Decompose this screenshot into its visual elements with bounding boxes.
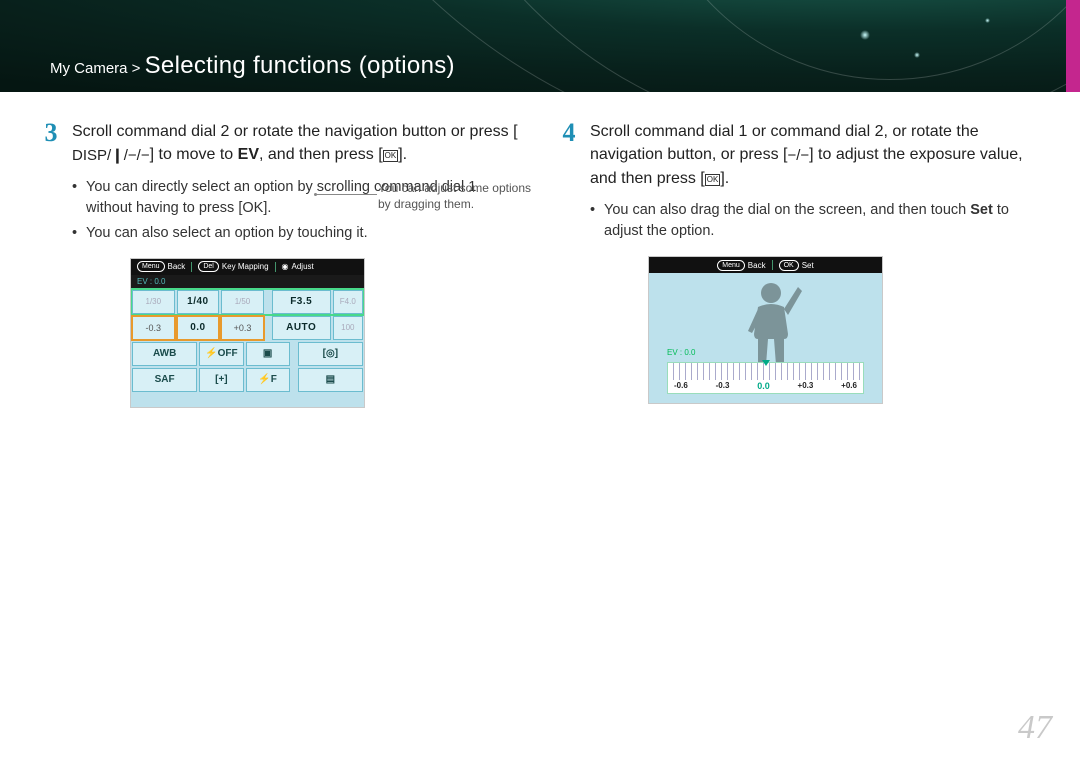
left-column: 3 Scroll command dial 2 or rotate the na… <box>40 120 518 408</box>
nav-glyphs: DISP/❙/−/− <box>72 145 150 167</box>
content: 3 Scroll command dial 2 or rotate the na… <box>0 92 1080 408</box>
ok-icon: OK <box>383 150 399 162</box>
flash-f-icon: ⚡F <box>246 368 290 392</box>
shot2-topbar: MenuBack OKSet <box>649 257 882 273</box>
shot2-ev: EV : 0.0 <box>667 348 695 357</box>
person-silhouette-icon <box>738 279 808 367</box>
step-3-text: Scroll command dial 2 or rotate the navi… <box>72 120 518 167</box>
ok-icon: OK <box>705 174 721 186</box>
center-af-icon: [+] <box>199 368 243 392</box>
drive-icon: ▤ <box>298 368 363 392</box>
step-number: 3 <box>40 120 62 167</box>
shot1-topbar: MenuBack DelKey Mapping ◉Adjust <box>131 259 364 275</box>
breadcrumb: My Camera > Selecting functions (options… <box>50 52 455 80</box>
menu-pill: Menu <box>137 261 165 272</box>
screenshot-2: MenuBack OKSet EV : 0.0 -0.6 -0.3 0.0 +0… <box>648 256 883 404</box>
shot1-row2: -0.3 0.0 +0.3 AUTO 100 <box>131 315 364 341</box>
drag-callout: You can adjust some options by dragging … <box>378 180 533 212</box>
magenta-side-tab <box>1066 0 1080 92</box>
step-4-text: Scroll command dial 1 or command dial 2,… <box>590 120 1036 190</box>
dial-icon: ◉ <box>282 262 289 271</box>
shot1-row4: SAF [+] ⚡F ▤ <box>131 367 364 393</box>
bullet: You can also select an option by touchin… <box>72 223 518 244</box>
ev-marker-icon <box>762 360 770 366</box>
metering-icon: ▣ <box>246 342 290 366</box>
saf-cell: SAF <box>132 368 197 392</box>
step-3: 3 Scroll command dial 2 or rotate the na… <box>40 120 518 167</box>
breadcrumb-path: My Camera > <box>50 60 140 77</box>
callout-line <box>315 194 377 195</box>
shot1-row3: AWB ⚡OFF ▣ [◎] <box>131 341 364 367</box>
bullet: You can also drag the dial on the screen… <box>590 200 1036 242</box>
page-title: Selecting functions (options) <box>145 52 455 79</box>
step-4-bullets: You can also drag the dial on the screen… <box>590 200 1036 242</box>
shot1-ev: EV : 0.0 <box>131 275 364 289</box>
step-4: 4 Scroll command dial 1 or command dial … <box>558 120 1036 190</box>
flash-off-icon: ⚡OFF <box>199 342 243 366</box>
page-number: 47 <box>1018 709 1052 747</box>
nav-glyphs: −/− <box>787 145 809 167</box>
ok-pill: OK <box>779 260 799 271</box>
screenshot-1: MenuBack DelKey Mapping ◉Adjust EV : 0.0… <box>130 258 365 408</box>
shot1-row1: 1/30 1/40 1/50 F3.5 F4.0 <box>131 289 364 315</box>
right-column: 4 Scroll command dial 1 or command dial … <box>558 120 1036 408</box>
menu-pill: Menu <box>717 260 745 271</box>
focus-area-icon: [◎] <box>298 342 363 366</box>
step-number: 4 <box>558 120 580 190</box>
page-header: My Camera > Selecting functions (options… <box>0 0 1080 92</box>
del-pill: Del <box>198 261 219 272</box>
awb-cell: AWB <box>132 342 197 366</box>
ev-scale: -0.6 -0.3 0.0 +0.3 +0.6 <box>667 362 864 394</box>
